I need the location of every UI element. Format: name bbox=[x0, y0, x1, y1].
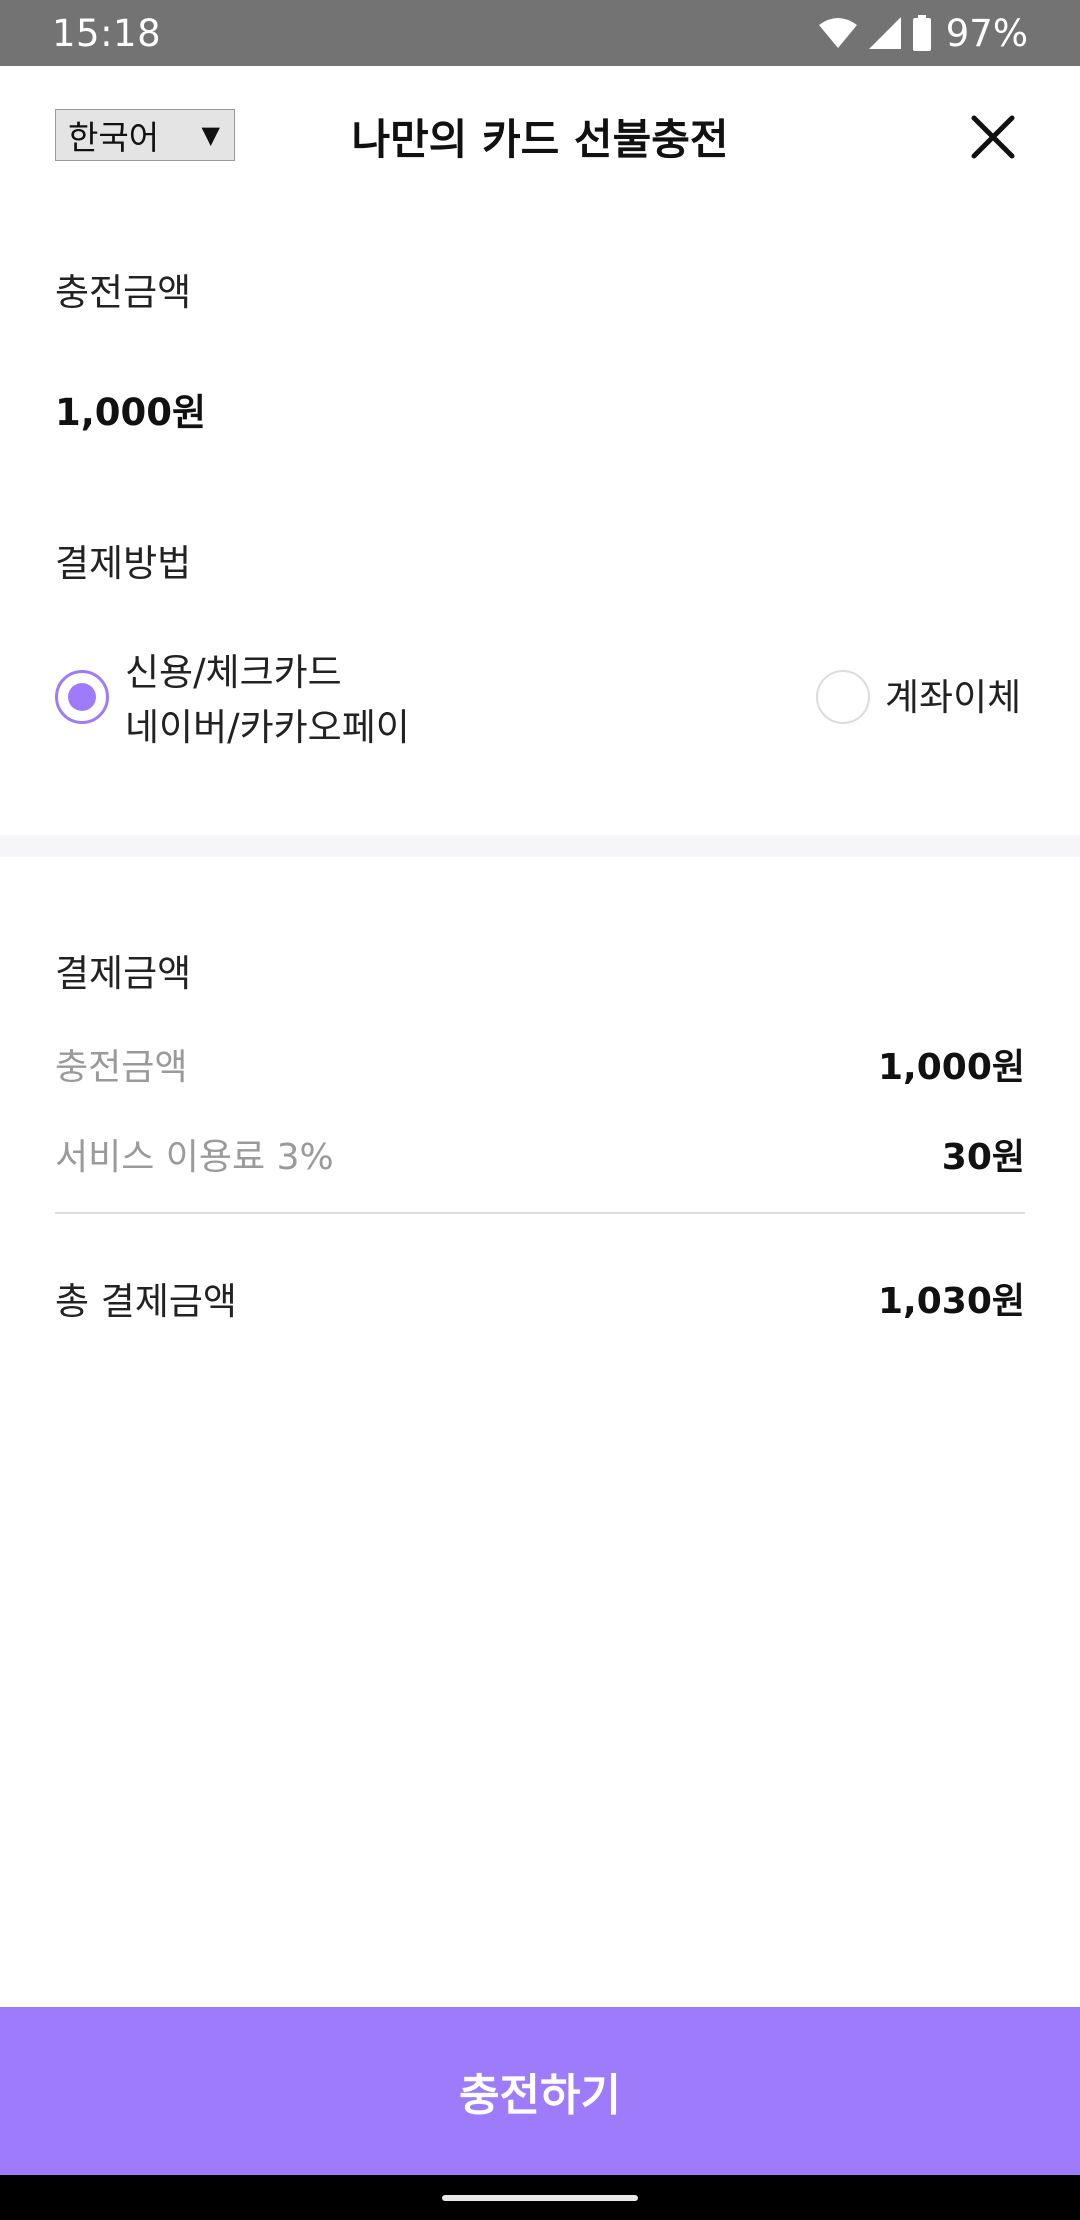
payment-option-bank-transfer-label: 계좌이체 bbox=[885, 676, 1022, 719]
summary-row-label: 서비스 이용료 3% bbox=[55, 1137, 334, 1178]
status-icons: 97% bbox=[818, 12, 1028, 55]
summary-row-value: 1,000원 bbox=[878, 1047, 1025, 1088]
total-label: 총 결제금액 bbox=[55, 1280, 237, 1323]
charge-button[interactable]: 충전하기 bbox=[0, 2007, 1080, 2175]
charge-amount-value: 1,000원 bbox=[55, 391, 207, 434]
screen: 15:18 97% 한국어 ▼ 나만의 카드 선불충전 충전금액 1,000원 … bbox=[0, 0, 1080, 2220]
header: 한국어 ▼ 나만의 카드 선불충전 bbox=[0, 66, 1080, 206]
payment-method-label: 결제방법 bbox=[55, 542, 192, 585]
navigation-bar bbox=[0, 2175, 1080, 2220]
section-divider bbox=[0, 835, 1080, 857]
wifi-icon bbox=[818, 17, 858, 49]
cell-signal-icon bbox=[868, 16, 902, 50]
radio-selected-dot bbox=[68, 683, 96, 711]
summary-row-label: 충전금액 bbox=[55, 1047, 188, 1088]
close-icon bbox=[970, 114, 1016, 164]
summary-row: 서비스 이용료 3% 30원 bbox=[55, 1126, 1025, 1182]
payment-option-card-label-2: 네이버/카카오페이 bbox=[125, 706, 410, 749]
summary-row-value: 30원 bbox=[941, 1137, 1025, 1178]
home-handle[interactable] bbox=[442, 2195, 638, 2201]
radio-bank-transfer[interactable] bbox=[816, 670, 870, 724]
battery-percent: 97% bbox=[945, 11, 1028, 55]
status-time: 15:18 bbox=[52, 11, 162, 55]
status-bar: 15:18 97% bbox=[0, 0, 1080, 66]
payment-option-card-label-1: 신용/체크카드 bbox=[125, 651, 342, 694]
total-row: 총 결제금액 1,030원 bbox=[55, 1270, 1025, 1326]
radio-card[interactable] bbox=[55, 670, 109, 724]
total-value: 1,030원 bbox=[878, 1281, 1025, 1322]
summary-row: 충전금액 1,000원 bbox=[55, 1036, 1025, 1092]
close-button[interactable] bbox=[962, 108, 1024, 170]
page-title: 나만의 카드 선불충전 bbox=[351, 115, 729, 164]
charge-amount-label: 충전금액 bbox=[55, 271, 192, 314]
battery-icon bbox=[912, 15, 932, 51]
summary-title: 결제금액 bbox=[55, 952, 192, 995]
summary-divider bbox=[55, 1212, 1025, 1214]
payment-method-options: 신용/체크카드 네이버/카카오페이 계좌이체 bbox=[55, 645, 1025, 755]
